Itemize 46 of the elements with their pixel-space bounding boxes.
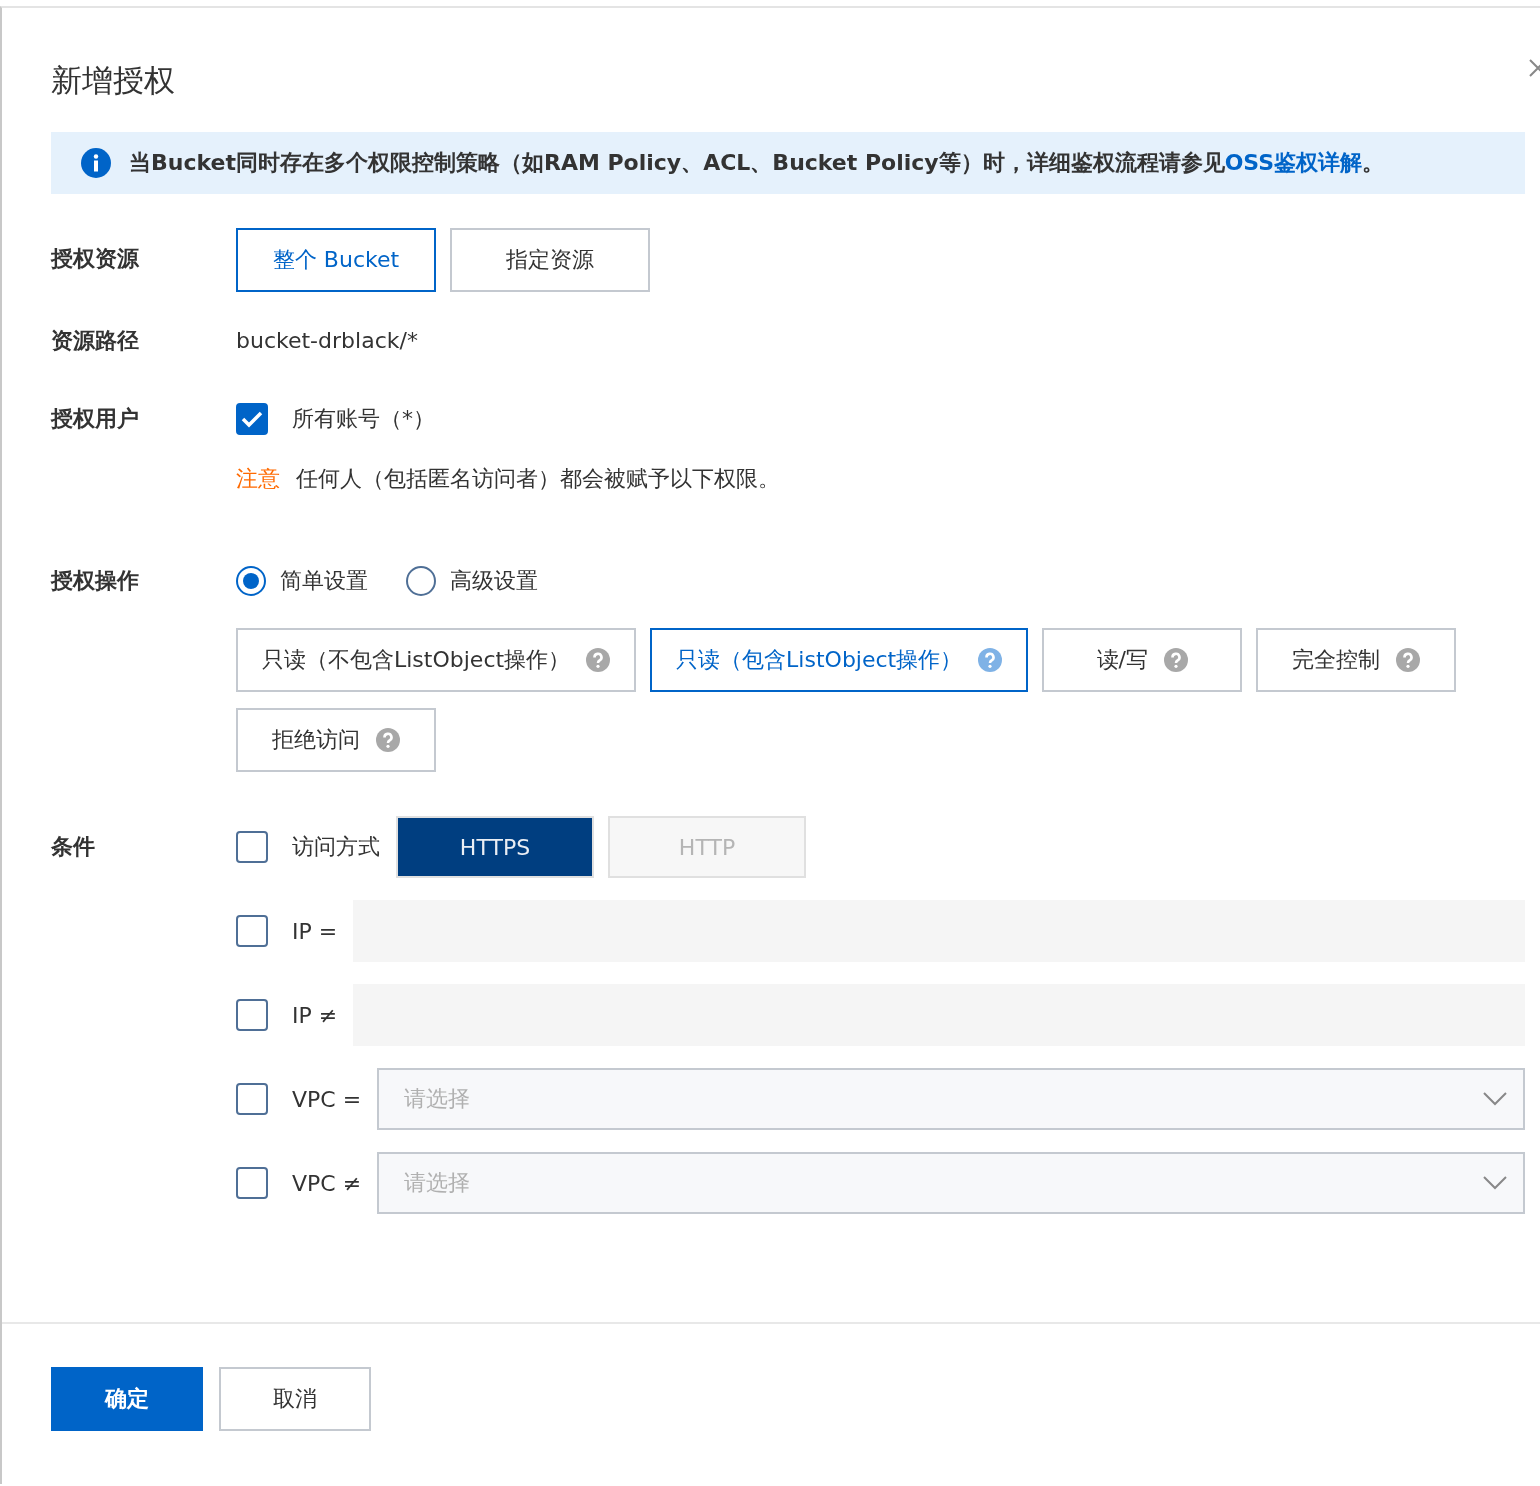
- help-icon: [1163, 648, 1188, 672]
- checkbox[interactable]: [236, 403, 268, 435]
- resource-path: bucket-drblack/*: [236, 327, 418, 355]
- field-label: 授权操作: [51, 567, 140, 595]
- permission-option[interactable]: 拒绝访问: [236, 708, 436, 772]
- cancel-button[interactable]: 取消: [219, 1367, 371, 1431]
- resource-option[interactable]: 指定资源: [450, 228, 650, 292]
- condition-label: VPC ≠: [292, 1170, 362, 1196]
- radio-label: 高级设置: [450, 567, 538, 595]
- condition-label: IP =: [292, 918, 338, 944]
- help-icon: [1396, 648, 1421, 672]
- checkbox[interactable]: [236, 915, 268, 947]
- help-icon: [978, 648, 1003, 672]
- notice-text: 当Bucket同时存在多个权限控制策略（如RAM Policy、ACL、Bucket Policy等）时，详细鉴权流程请参见OSS鉴权详解。: [129, 149, 1385, 177]
- field-label: 资源路径: [51, 327, 140, 355]
- permission-option[interactable]: 只读（包含ListObject操作）: [650, 628, 1029, 692]
- protocol-option[interactable]: HTTPS: [396, 816, 594, 878]
- info-icon: [81, 148, 111, 178]
- help-icon: [376, 728, 400, 752]
- chevron-down-icon: [1483, 1092, 1507, 1106]
- field-label: 授权资源: [51, 245, 140, 273]
- resource-option[interactable]: 整个 Bucket: [236, 228, 436, 292]
- radio-button[interactable]: [236, 566, 266, 596]
- check-icon: [241, 410, 263, 428]
- checkbox-label: 所有账号（*）: [292, 405, 435, 433]
- warning-text: 任何人（包括匿名访问者）都会被赋予以下权限。: [296, 465, 780, 493]
- checkbox[interactable]: [236, 999, 268, 1031]
- field-label: 条件: [51, 833, 96, 861]
- checkbox[interactable]: [236, 831, 268, 863]
- field-label: 授权用户: [51, 405, 140, 433]
- warning-tag: 注意: [236, 464, 280, 494]
- checkbox[interactable]: [236, 1083, 268, 1115]
- condition-label: VPC =: [292, 1086, 362, 1112]
- condition-label: 访问方式: [292, 833, 380, 861]
- condition-label: IP ≠: [292, 1002, 338, 1028]
- permission-option[interactable]: 只读（不包含ListObject操作）: [236, 628, 637, 692]
- docs-link[interactable]: OSS鉴权详解: [1224, 150, 1363, 175]
- radio-button[interactable]: [406, 566, 436, 596]
- permission-option[interactable]: 完全控制: [1256, 628, 1457, 692]
- chevron-down-icon: [1483, 1176, 1507, 1190]
- checkbox[interactable]: [236, 1167, 268, 1199]
- help-icon: [586, 648, 611, 672]
- confirm-button[interactable]: 确定: [51, 1367, 203, 1431]
- dialog-title: 新增授权: [51, 61, 176, 100]
- permission-option[interactable]: 读/写: [1042, 628, 1243, 692]
- radio-label: 简单设置: [280, 567, 368, 595]
